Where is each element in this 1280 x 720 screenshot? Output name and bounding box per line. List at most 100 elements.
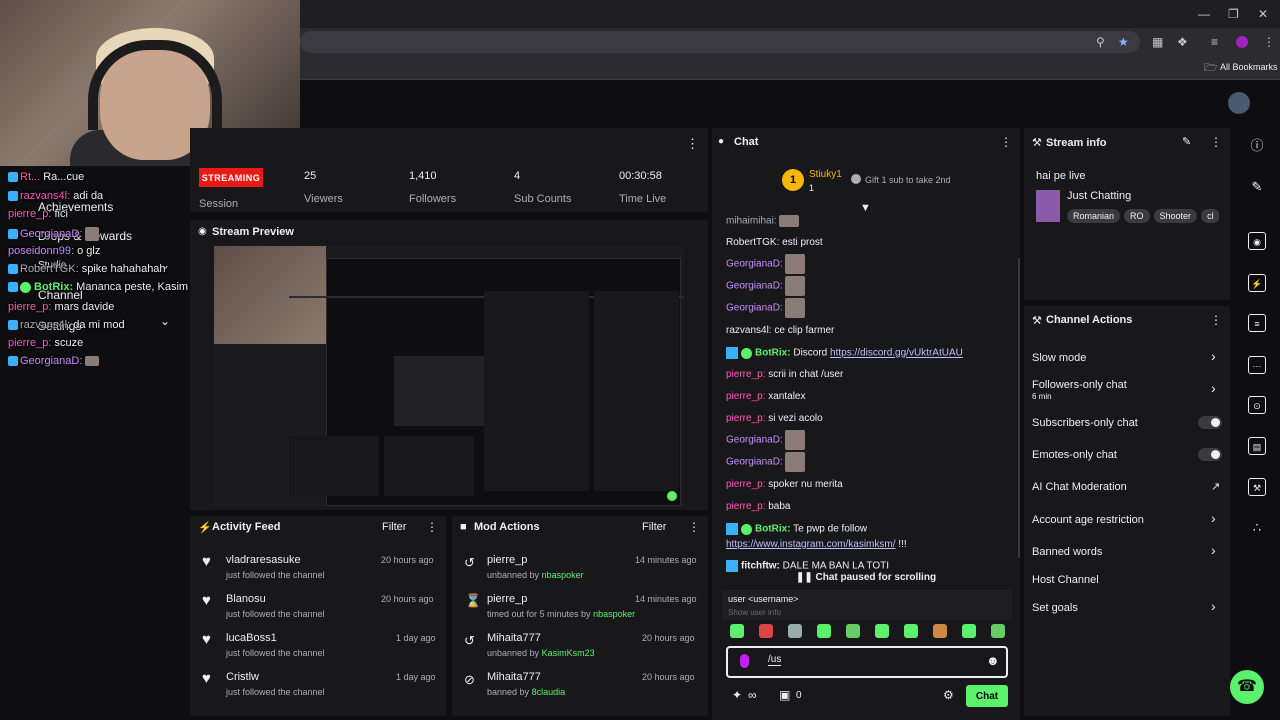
infinity-icon[interactable]: ∞: [748, 688, 757, 702]
channel-points-value: 0: [796, 690, 802, 701]
chat-title: Chat: [734, 136, 759, 148]
info-icon[interactable]: ⓘ: [1248, 137, 1266, 155]
emote-icon[interactable]: [904, 624, 918, 638]
activity-feed-filter-button[interactable]: Filter: [382, 521, 406, 533]
address-bar[interactable]: ⚲ ★: [300, 31, 1140, 53]
undo-icon: ↺: [464, 555, 475, 570]
sparkle-icon[interactable]: ✦: [732, 688, 742, 702]
mod-actions-filter-button[interactable]: Filter: [642, 521, 666, 533]
overlay-chat-line: Rt... Ra...cue: [8, 171, 84, 183]
panel-menu-icon[interactable]: ⋮: [686, 136, 699, 152]
wrench-box-icon[interactable]: ⚒: [1248, 478, 1266, 496]
command-suggestion[interactable]: user <username> Show user info: [722, 590, 1012, 620]
user-avatar[interactable]: [1228, 92, 1250, 114]
emote-icon[interactable]: [846, 624, 860, 638]
chat-message: GeorgianaD:: [726, 276, 806, 296]
overlay-chat-line: razvans4l: da mi mod: [8, 319, 125, 331]
lightning-box-icon[interactable]: ⚡: [1248, 274, 1266, 292]
time-live-label: Time Live: [619, 193, 667, 205]
emote-icon[interactable]: [875, 624, 889, 638]
chat-message: https://www.instagram.com/kasimksm/ !!!: [726, 539, 907, 550]
game-cover: [1036, 190, 1060, 222]
support-headset-icon[interactable]: ☎: [1230, 670, 1264, 704]
chat-box-icon[interactable]: ⋯: [1248, 356, 1266, 374]
camera-icon: ◉: [198, 226, 207, 237]
pencil-icon[interactable]: ✎: [1248, 178, 1266, 196]
panel-menu-icon[interactable]: ⋮: [1000, 135, 1012, 149]
chat-message: BotRix: Discord https://discord.gg/vUktr…: [726, 347, 963, 359]
emote-icon[interactable]: [962, 624, 976, 638]
chat-settings-icon[interactable]: ⚙: [943, 688, 954, 702]
document-box-icon[interactable]: ≡: [1248, 314, 1266, 332]
bookmark-star-icon[interactable]: ★: [1118, 35, 1129, 49]
media-icon[interactable]: ≡: [1211, 35, 1218, 49]
top-gifter-name[interactable]: Stiuky1: [809, 169, 842, 180]
stream-preview-title: Stream Preview: [212, 226, 294, 238]
category-name[interactable]: Just Chatting: [1067, 190, 1131, 202]
emote-icon[interactable]: [788, 624, 802, 638]
profile-avatar[interactable]: [1236, 36, 1248, 48]
browser-menu-icon[interactable]: ⋮: [1263, 35, 1275, 49]
tag[interactable]: Romanian: [1067, 209, 1121, 223]
overlay-chat-line: GeorgianaD:: [8, 355, 100, 367]
pin-collapse-icon[interactable]: ▼: [860, 202, 871, 214]
discord-link[interactable]: https://discord.gg/vUktrAtUAU: [830, 348, 963, 359]
chevron-right-icon: ›: [1211, 380, 1216, 396]
layout-box-icon[interactable]: ▤: [1248, 437, 1266, 455]
instagram-link[interactable]: https://www.instagram.com/kasimksm/: [726, 539, 895, 550]
panel-menu-icon[interactable]: ⋮: [1210, 135, 1222, 149]
emote-icon[interactable]: [730, 624, 744, 638]
tag[interactable]: Shooter: [1153, 209, 1198, 223]
chevron-right-icon: ›: [1211, 348, 1216, 364]
extensions-puzzle-icon[interactable]: ❖: [1177, 35, 1188, 49]
chat-message: BotRix: Te pwp de follow: [726, 523, 867, 535]
heart-icon: ♥: [202, 670, 211, 687]
gift-box-icon[interactable]: ▣: [779, 688, 790, 702]
panel-menu-icon[interactable]: ⋮: [1210, 313, 1222, 327]
zoom-icon[interactable]: ⚲: [1096, 35, 1105, 49]
chat-input[interactable]: /us ☻: [726, 646, 1008, 678]
overlay-chat-line: poseidonn99: o glz: [8, 245, 101, 257]
gift-sub-text[interactable]: Gift 1 sub to take 2nd: [865, 175, 951, 185]
emoji-picker-icon[interactable]: ☻: [986, 653, 1000, 668]
extension-icon[interactable]: ▦: [1152, 35, 1163, 49]
chevron-right-icon: ›: [1211, 510, 1216, 526]
edit-icon[interactable]: ✎: [1182, 135, 1191, 148]
channel-actions-title: Channel Actions: [1046, 314, 1133, 326]
gift-icon: [851, 174, 861, 184]
minimize-icon[interactable]: —: [1198, 7, 1210, 21]
stream-preview-video[interactable]: [214, 246, 684, 506]
camera-box-icon[interactable]: ◉: [1248, 232, 1266, 250]
tag[interactable]: cl: [1201, 209, 1219, 223]
all-bookmarks-link[interactable]: All Bookmarks: [1220, 62, 1278, 72]
chat-paused-banner[interactable]: ❚❚ Chat paused for scrolling: [712, 572, 1020, 590]
chat-scroll-track[interactable]: [1018, 258, 1020, 558]
chevron-down-icon[interactable]: ⌄: [160, 314, 170, 328]
heart-icon: ♥: [202, 592, 211, 609]
heart-icon: ♥: [202, 631, 211, 648]
emote-icon[interactable]: [759, 624, 773, 638]
restore-icon[interactable]: ❐: [1228, 7, 1239, 21]
send-chat-button[interactable]: Chat: [966, 685, 1008, 707]
activity-feed-title: Activity Feed: [212, 521, 281, 533]
close-icon[interactable]: ✕: [1258, 7, 1268, 21]
tag[interactable]: RO: [1124, 209, 1150, 223]
panel-menu-icon[interactable]: ⋮: [688, 520, 700, 534]
broadcast-box-icon[interactable]: ⊙: [1248, 396, 1266, 414]
mod-actions-title: Mod Actions: [474, 521, 540, 533]
ban-icon: ⊘: [464, 672, 475, 687]
chat-message: GeorgianaD:: [726, 298, 806, 318]
subscribers-only-toggle[interactable]: [1198, 416, 1222, 429]
emote-icon[interactable]: [933, 624, 947, 638]
emotes-only-toggle[interactable]: [1198, 448, 1222, 461]
dots-icon[interactable]: ∴: [1248, 519, 1266, 537]
time-live-value: 00:30:58: [619, 170, 662, 182]
crown-badge-icon: 1: [782, 169, 804, 191]
hourglass-icon: ⌛: [465, 593, 482, 608]
microphone-icon[interactable]: [740, 654, 749, 668]
emote-icon[interactable]: [991, 624, 1005, 638]
emote-icon[interactable]: [817, 624, 831, 638]
panel-menu-icon[interactable]: ⋮: [426, 520, 438, 534]
lightning-icon: ⚡: [198, 522, 212, 534]
chat-message: pierre_p: si vezi acolo: [726, 413, 823, 424]
